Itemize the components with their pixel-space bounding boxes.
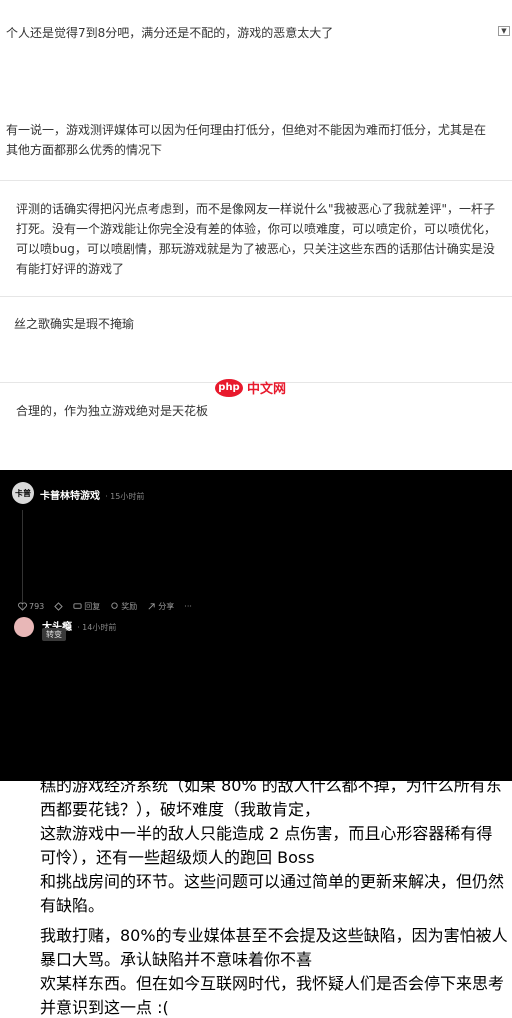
- reply-body: 说实话，撇开那些玩笑不说，这绝对是那种大多数评测员都不敢批评，甚至给出近乎完美评…: [40, 646, 508, 1018]
- more-button[interactable]: ···: [184, 601, 192, 612]
- post-header: 卡普林特游戏 · 15小时前: [40, 484, 144, 503]
- comment-1-text: 个人还是觉得7到8分吧，满分还是不配的，游戏的恶意太大了: [6, 26, 334, 40]
- comment-5-text: 合理的，作为独立游戏绝对是天花板: [16, 404, 209, 418]
- watermark-text: 中文网: [247, 382, 287, 397]
- award-label: 奖励: [121, 602, 138, 611]
- post-paragraph: 我已经玩了大约 10 个小时，从玩法、艺术、配乐等各方面来看，这都是一款非常出色…: [40, 505, 508, 553]
- comment-1: 个人还是觉得7到8分吧，满分还是不配的，游戏的恶意太大了: [6, 23, 333, 43]
- comment-4-text: 丝之歌确实是瑕不掩瑜: [14, 317, 135, 331]
- post-time: · 15小时前: [105, 492, 145, 501]
- share-icon: [148, 603, 155, 610]
- like-button[interactable]: 793: [18, 601, 44, 612]
- post-author[interactable]: 卡普林特游戏: [40, 491, 100, 502]
- reply-label: 回复: [84, 602, 101, 611]
- comment-3-line: 有能打好评的游戏了: [16, 262, 125, 276]
- heart-icon: [18, 602, 27, 611]
- reply-avatar[interactable]: [14, 617, 34, 637]
- reply-paragraph: 我敢打赌，80%的专业媒体甚至不会提及这些缺陷，因为害怕被人暴口大骂。承认缺陷并…: [40, 922, 508, 1018]
- reply-line: 欢某样东西。但在如今互联网时代，我怀疑人们是否会停下来思考并意识到这一点 :(: [40, 974, 505, 1017]
- dislike-icon: [54, 602, 64, 611]
- avatar-text: 卡普: [15, 488, 31, 498]
- comment-2: 有一说一，游戏测评媒体可以因为任何理由打低分，但绝对不能因为难而打低分，尤其是在…: [6, 120, 486, 160]
- comment-3-line: 评测的话确实得把闪光点考虑到，而不是像网友一样说什么"我被恶心了我就差评"，一杆…: [16, 202, 496, 216]
- comment-3-line: 可以喷bug，可以喷剧情，那玩游戏就是为了被恶心，只关注这些东西的话那估计确实是…: [16, 242, 495, 256]
- more-icon: ···: [184, 602, 192, 611]
- award-button[interactable]: 奖励: [110, 601, 137, 612]
- comment-4: 丝之歌确实是瑕不掩瑜: [14, 314, 134, 334]
- comment-2-line: 其他方面都那么优秀的情况下: [6, 143, 163, 157]
- watermark: php 中文网: [215, 378, 286, 397]
- reply-button[interactable]: 回复: [73, 601, 100, 612]
- comment-3-line: 打死。没有一个游戏能让你完全没有差的体验，你可以喷难度，可以喷定价，可以喷优化，: [16, 222, 497, 236]
- reply-line: 和挑战房间的环节。这些问题可以通过简单的更新来解决，但仍然有缺陷。: [40, 872, 505, 915]
- comment-3: 评测的话确实得把闪光点考虑到，而不是像网友一样说什么"我被恶心了我就差评"，一杆…: [16, 199, 496, 279]
- share-button[interactable]: 分享: [147, 601, 174, 612]
- reply-line: 这款游戏中一半的敌人只能造成 2 点伤害，而且心形容器稀有得可怜），还有一些超级…: [40, 824, 493, 867]
- chevron-down-icon: ▼: [501, 26, 507, 35]
- reply-line: 比如，到目前为止，我都要这款游戏）真的非常喜欢它……大部分时间都是这样。但游戏还…: [40, 728, 505, 771]
- reply-paragraph: 说实话，撇开那些玩笑不说，这绝对是那种大多数评测员都不敢批评，甚至给出近乎完美评…: [40, 646, 508, 718]
- comment-2-line: 有一说一，游戏测评媒体可以因为任何理由打低分，但绝对不能因为难而打低分，尤其是在: [6, 123, 487, 137]
- reply-line: 糕的游戏经济系统（如果 80% 的敌人什么都不掉，为什么所有东西都要花钱？），破…: [40, 776, 502, 819]
- avatar[interactable]: 卡普: [12, 482, 34, 504]
- reply-time: · 14小时前: [77, 623, 117, 632]
- reply-line: 热的粉丝们可能会用DDOS攻击任何敢于批评的人的网站。: [40, 698, 456, 717]
- comment-5: 合理的，作为独立游戏绝对是天花板: [16, 401, 208, 421]
- divider: [0, 180, 512, 181]
- like-count: 793: [29, 602, 45, 611]
- dislike-button[interactable]: [54, 601, 64, 612]
- post-actions: 793 回复 奖励 分享 ···: [18, 601, 192, 612]
- award-icon: [111, 602, 118, 609]
- divider: [0, 296, 512, 297]
- collapse-button[interactable]: ▼: [498, 26, 510, 36]
- share-label: 分享: [158, 602, 175, 611]
- reply-line: 说实话，撇开那些玩笑不说，这绝对是那种大多数评测员都不敢批评，甚至给出近乎完美评…: [40, 650, 505, 693]
- reply-line: 我敢打赌，80%的专业媒体甚至不会提及这些缺陷，因为害怕被人暴口大骂。承认缺陷并…: [40, 926, 508, 969]
- reply-icon: [73, 603, 82, 609]
- thread-line[interactable]: [22, 510, 23, 610]
- reply-paragraph: 比如，到目前为止，我都要这款游戏）真的非常喜欢它……大部分时间都是这样。但游戏还…: [40, 724, 508, 916]
- php-logo: php: [215, 378, 243, 397]
- post-line: 我已经玩了大约 10 个小时，从玩法、艺术、配乐等各方面来看，这都是一款非常出色…: [40, 509, 503, 552]
- user-flair-badge: 转变: [42, 628, 66, 641]
